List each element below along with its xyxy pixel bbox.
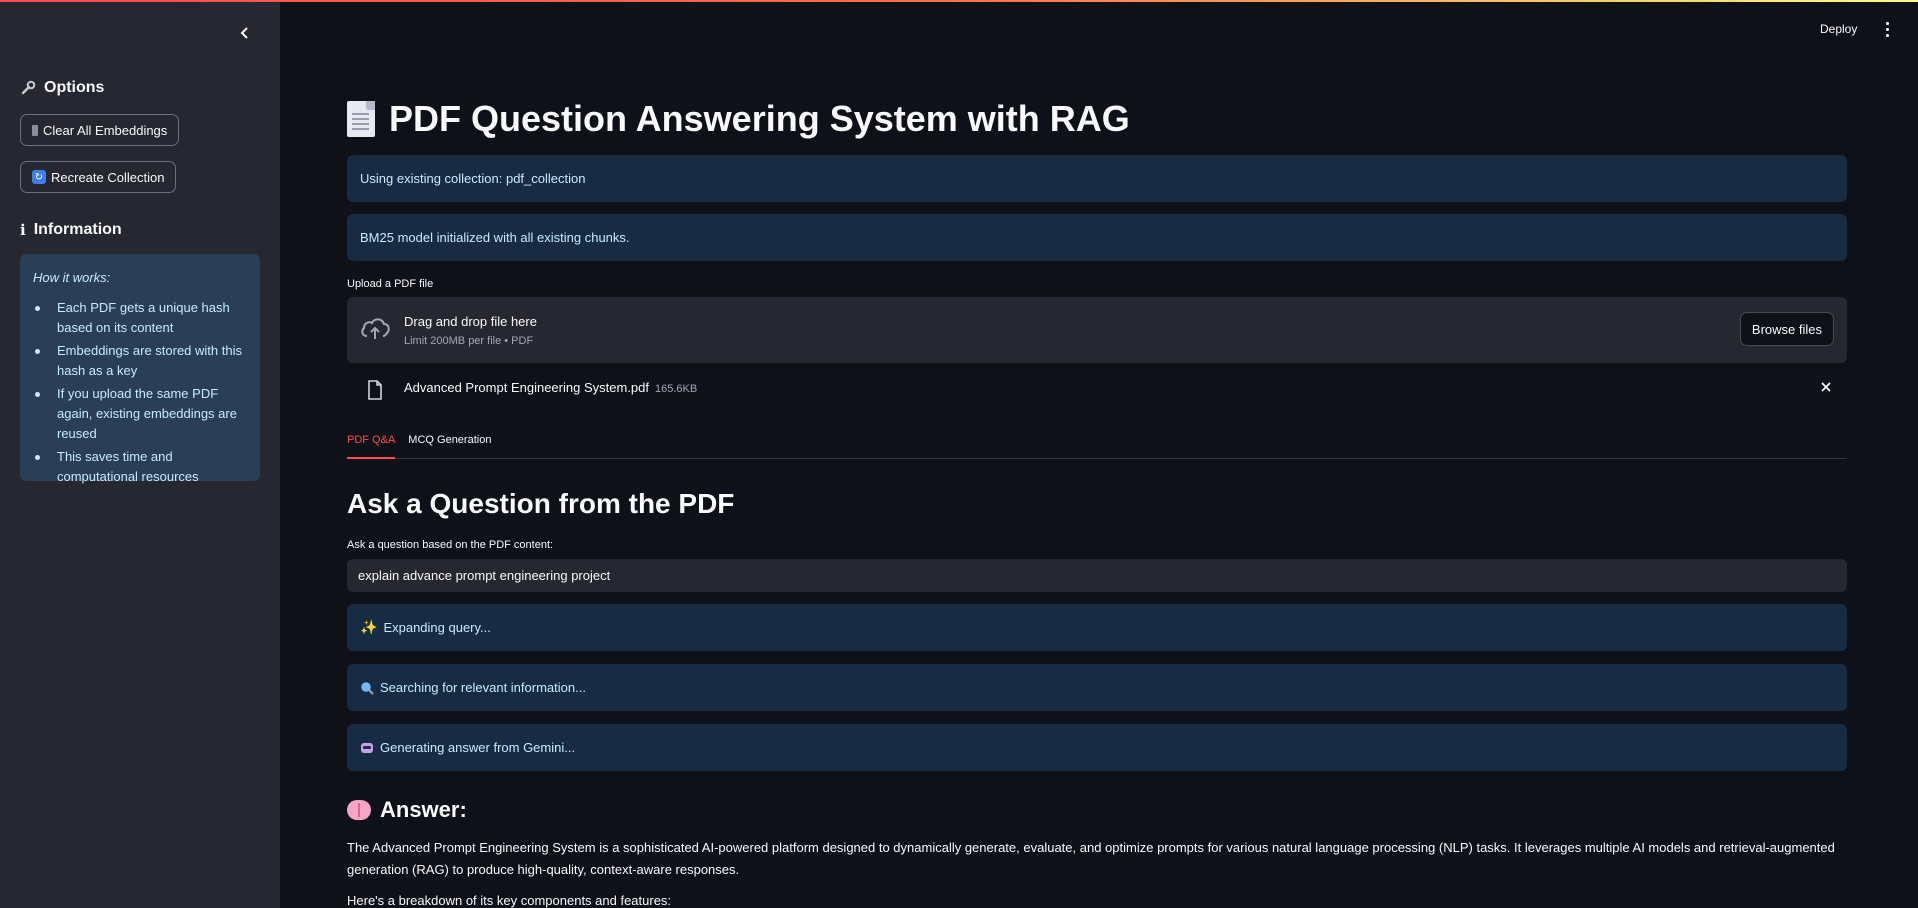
clear-embeddings-button[interactable]: Clear All Embeddings bbox=[20, 114, 180, 146]
answer-title: Answer: bbox=[380, 797, 467, 822]
browse-files-button[interactable]: Browse files bbox=[1739, 312, 1834, 346]
sparkles-icon: ✨ bbox=[360, 619, 378, 635]
status-searching: Searching for relevant information... bbox=[347, 664, 1847, 711]
collapse-sidebar-button[interactable] bbox=[234, 22, 256, 44]
file-name-text: Advanced Prompt Engineering System.pdf bbox=[404, 380, 649, 395]
document-icon bbox=[347, 101, 375, 137]
alert-text: Using existing collection: pdf_collectio… bbox=[360, 171, 586, 186]
dropzone-instructions: Drag and drop file here bbox=[404, 314, 537, 329]
info-alert-bm25: BM25 model initialized with all existing… bbox=[347, 214, 1847, 261]
sidebar: Options Clear All Embeddings ↻ Recreate … bbox=[0, 0, 280, 908]
alert-text: BM25 model initialized with all existing… bbox=[360, 230, 630, 245]
uploaded-file-row: Advanced Prompt Engineering System.pdf 16… bbox=[347, 375, 1847, 405]
trash-icon bbox=[32, 124, 38, 136]
file-icon bbox=[368, 380, 382, 400]
info-icon: ℹ bbox=[20, 222, 26, 239]
cloud-upload-icon bbox=[361, 318, 390, 339]
chevron-left-icon bbox=[240, 27, 248, 39]
tab-mcq-generation[interactable]: MCQ Generation bbox=[408, 430, 491, 459]
information-title: Information bbox=[33, 221, 122, 238]
info-item: Embeddings are stored with this hash as … bbox=[33, 341, 247, 381]
options-heading: Options bbox=[20, 79, 104, 97]
brain-icon bbox=[347, 800, 371, 820]
answer-text: The Advanced Prompt Engineering System i… bbox=[347, 840, 1835, 877]
top-decoration-bar bbox=[0, 0, 1918, 2]
deploy-button[interactable]: Deploy bbox=[1820, 22, 1857, 36]
file-dropzone[interactable]: Drag and drop file here Limit 200MB per … bbox=[347, 297, 1847, 363]
status-text: Expanding query... bbox=[383, 620, 491, 635]
page-title-text: PDF Question Answering System with RAG bbox=[389, 98, 1130, 139]
answer-subtext: Here's a breakdown of its key components… bbox=[347, 893, 672, 908]
info-list: Each PDF gets a unique hash based on its… bbox=[33, 298, 247, 487]
recreate-collection-button[interactable]: ↻ Recreate Collection bbox=[20, 161, 177, 193]
status-generating: Generating answer from Gemini... bbox=[347, 724, 1847, 771]
info-item: If you upload the same PDF again, existi… bbox=[33, 384, 247, 444]
wrench-icon bbox=[21, 80, 36, 95]
status-expanding: ✨ Expanding query... bbox=[347, 604, 1847, 651]
file-size: 165.6KB bbox=[654, 383, 698, 395]
status-text: Searching for relevant information... bbox=[380, 680, 586, 695]
question-input[interactable] bbox=[347, 559, 1847, 592]
how-it-works-label: How it works: bbox=[33, 270, 111, 285]
upload-label: Upload a PDF file bbox=[347, 278, 434, 290]
page-title: PDF Question Answering System with RAG bbox=[347, 98, 1130, 140]
info-item: This saves time and computational resour… bbox=[33, 447, 247, 487]
info-alert-collection: Using existing collection: pdf_collectio… bbox=[347, 155, 1847, 202]
status-text: Generating answer from Gemini... bbox=[380, 740, 576, 755]
close-icon[interactable] bbox=[1819, 380, 1833, 394]
info-item: Each PDF gets a unique hash based on its… bbox=[33, 298, 247, 338]
info-box: How it works: Each PDF gets a unique has… bbox=[20, 254, 260, 484]
options-title: Options bbox=[44, 79, 105, 96]
information-heading: ℹ Information bbox=[20, 221, 122, 239]
file-name: Advanced Prompt Engineering System.pdf 16… bbox=[404, 380, 697, 395]
kebab-menu-icon[interactable] bbox=[1882, 22, 1892, 40]
magnifier-icon bbox=[361, 681, 374, 695]
clear-embeddings-label: Clear All Embeddings bbox=[43, 122, 168, 138]
robot-icon bbox=[361, 742, 373, 753]
tab-bar: PDF Q&A MCQ Generation bbox=[347, 430, 1847, 459]
section-title: Ask a Question from the PDF bbox=[347, 488, 735, 519]
tab-pdf-qa[interactable]: PDF Q&A bbox=[347, 430, 396, 459]
recreate-collection-label: Recreate Collection bbox=[51, 169, 165, 185]
refresh-icon: ↻ bbox=[32, 170, 46, 184]
answer-heading: Answer: bbox=[347, 797, 467, 823]
question-label: Ask a question based on the PDF content: bbox=[347, 539, 554, 551]
dropzone-limit: Limit 200MB per file • PDF bbox=[404, 335, 534, 347]
